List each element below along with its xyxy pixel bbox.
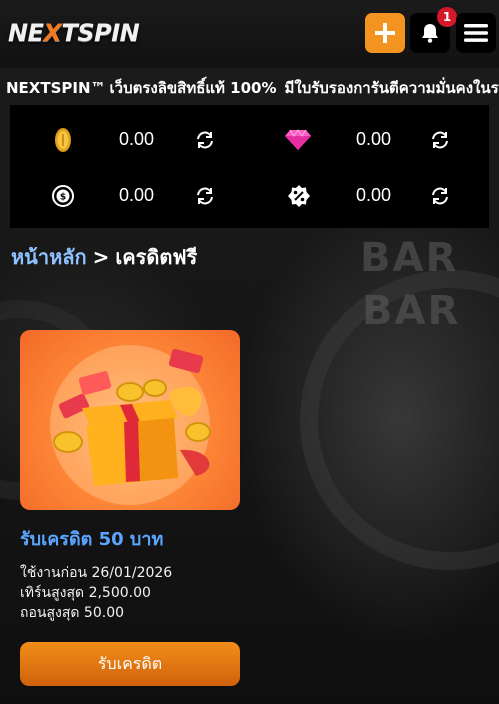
refresh-cashback-button[interactable] [194,185,216,207]
add-button[interactable] [365,13,405,53]
refresh-icon [432,187,448,205]
refresh-icon [197,131,213,149]
refresh-icon [197,187,213,205]
notification-button[interactable]: 1 [410,7,457,53]
menu-button[interactable] [456,13,496,53]
promo-withdraw-max: ถอนสูงสุด 50.00 [20,605,125,621]
coin-balance: 0.00 [119,129,155,149]
gift-box-illustration [50,345,211,505]
breadcrumb-separator: > [92,245,110,269]
wallet-panel: 0.00 0.00 $ 0.00 0.00 [10,105,489,228]
promo-title: รับเครดิต 50 บาท [20,529,164,550]
promo-turnover-max: เทิร์นสูงสุด 2,500.00 [20,585,151,601]
discount-balance: 0.00 [356,185,392,205]
refresh-gem-button[interactable] [429,129,451,151]
gift-box-image[interactable] [20,330,240,510]
marquee-text-2: มีใบรับรองการันตีความมั่นคงในระบบ [284,79,499,97]
nextspin-logo[interactable]: NEXTSPIN [8,19,140,47]
cashback-balance: 0.00 [119,185,155,205]
notification-badge: 1 [437,7,457,27]
marquee-brand: NEXTSPIN™ [6,79,106,97]
cashback-icon: $ [52,185,74,207]
plus-icon [375,23,395,43]
promo-expire-date: ใช้งานก่อน 26/01/2026 [20,565,173,581]
bell-icon [422,24,438,43]
refresh-icon [432,131,448,149]
svg-text:$: $ [60,193,66,203]
refresh-discount-button[interactable] [429,185,451,207]
coin-icon [55,128,71,152]
claim-credit-button[interactable]: รับเครดิต [20,642,240,686]
discount-icon [288,185,310,207]
gem-balance: 0.00 [356,129,392,149]
marquee-text-1: เว็บตรงลิขสิทธิ์แท้ 100% [109,79,277,97]
breadcrumb-home-link[interactable]: หน้าหลัก [11,241,87,273]
gem-icon [285,129,311,150]
hamburger-menu-icon [464,24,488,42]
top-header: NEXTSPIN 1 [0,0,499,68]
refresh-coin-button[interactable] [194,129,216,151]
announcement-marquee: NEXTSPIN™ เว็บตรงลิขสิทธิ์แท้ 100% มีใบร… [0,74,499,102]
breadcrumb-current: เครดิตฟรี [115,245,198,269]
breadcrumb: หน้าหลัก > เครดิตฟรี [11,243,197,271]
